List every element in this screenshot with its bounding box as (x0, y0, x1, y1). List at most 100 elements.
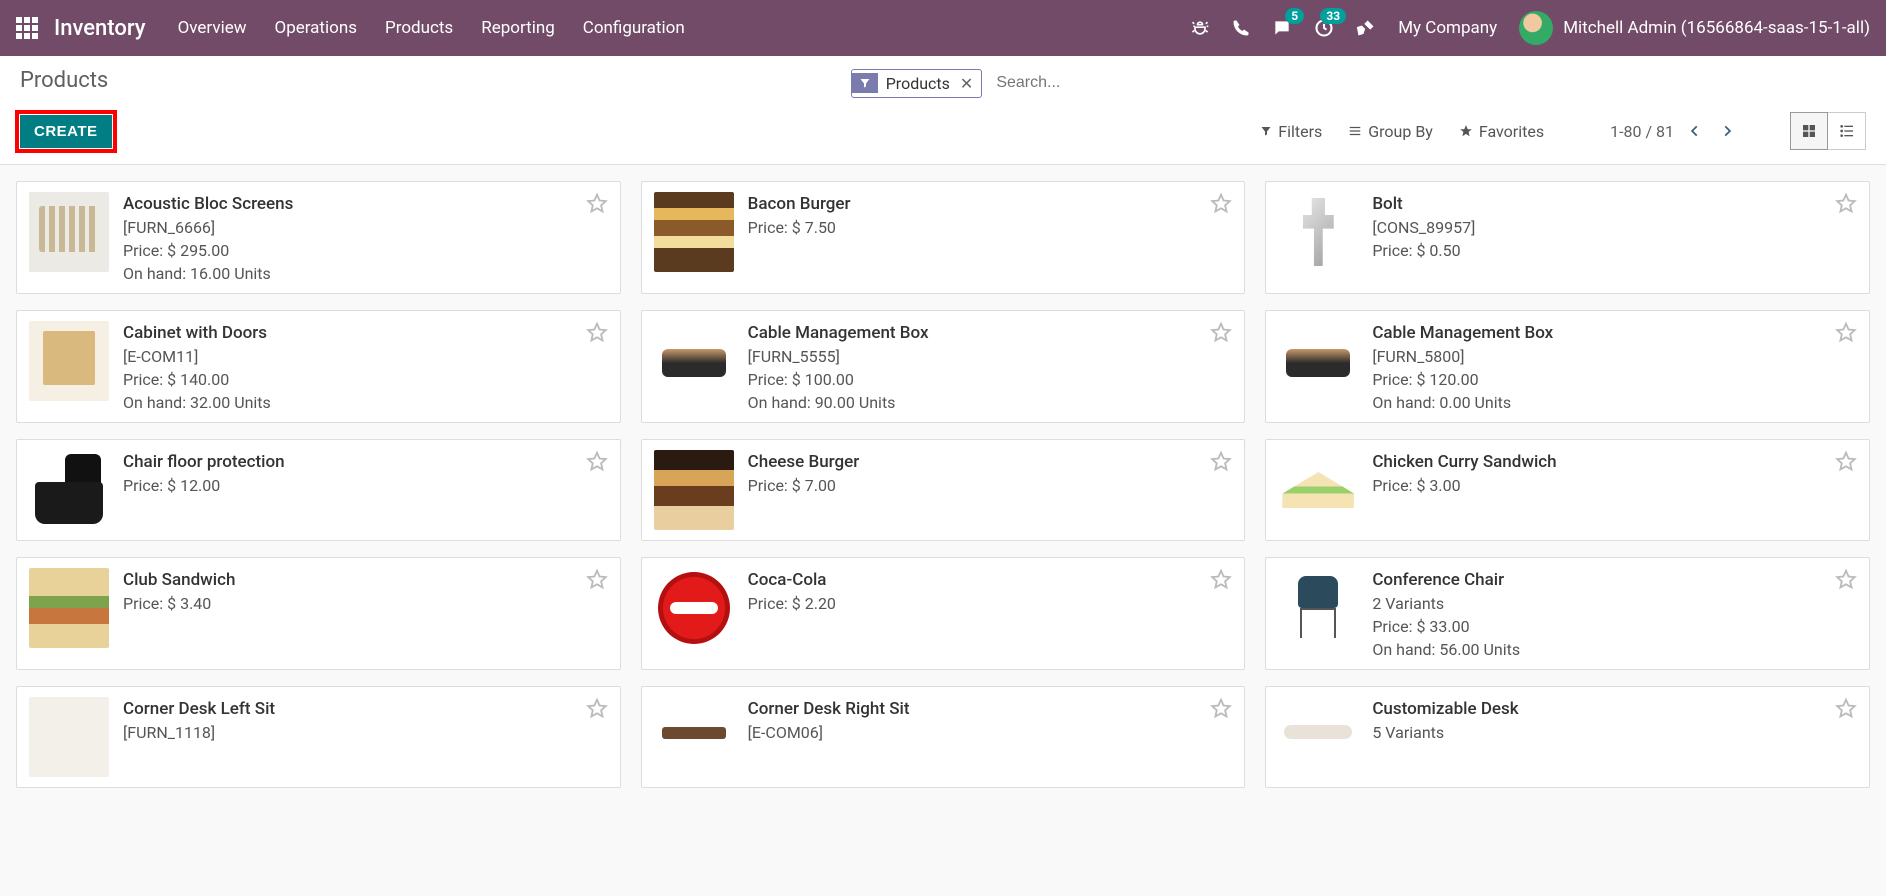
star-icon[interactable] (1210, 568, 1232, 590)
product-onhand: On hand: 16.00 Units (123, 264, 608, 283)
avatar (1519, 11, 1553, 45)
product-card[interactable]: Corner Desk Left Sit [FURN_1118] (16, 686, 621, 788)
product-thumbnail (29, 321, 109, 401)
product-ref: [FURN_5555] (748, 347, 1233, 366)
product-ref: [FURN_5800] (1372, 347, 1857, 366)
product-ref: [E-COM11] (123, 347, 608, 366)
star-icon[interactable] (1210, 321, 1232, 343)
nav-overview[interactable]: Overview (178, 18, 247, 38)
favorites-dropdown[interactable]: Favorites (1459, 122, 1544, 141)
messaging-icon[interactable]: 5 (1272, 18, 1292, 38)
product-price: Price: $ 7.50 (748, 218, 1233, 237)
search-input[interactable] (988, 68, 1866, 98)
debug-icon[interactable] (1190, 18, 1210, 38)
product-price: Price: $ 295.00 (123, 241, 608, 260)
filter-icon (852, 73, 878, 93)
product-name: Corner Desk Left Sit (123, 699, 608, 719)
pager-text[interactable]: 1-80 / 81 (1610, 122, 1674, 141)
nav-configuration[interactable]: Configuration (583, 18, 685, 38)
star-icon[interactable] (586, 192, 608, 214)
star-icon[interactable] (1210, 697, 1232, 719)
activities-icon[interactable]: 33 (1314, 18, 1334, 38)
product-onhand: On hand: 56.00 Units (1372, 640, 1857, 659)
view-kanban-button[interactable] (1790, 112, 1828, 150)
product-thumbnail (654, 568, 734, 648)
product-name: Chair floor protection (123, 452, 608, 472)
product-card[interactable]: Conference Chair2 VariantsPrice: $ 33.00… (1265, 557, 1870, 670)
product-card[interactable]: Corner Desk Right Sit[E-COM06] (641, 686, 1246, 788)
product-name: Bacon Burger (748, 194, 1233, 214)
topbar: Inventory Overview Operations Products R… (0, 0, 1886, 56)
product-price: Price: $ 12.00 (123, 476, 608, 495)
star-icon[interactable] (1835, 450, 1857, 472)
pager-next-icon[interactable] (1720, 122, 1734, 140)
star-icon[interactable] (586, 321, 608, 343)
product-card[interactable]: Chicken Curry SandwichPrice: $ 3.00 (1265, 439, 1870, 541)
product-ref: [E-COM06] (748, 723, 1233, 742)
star-icon[interactable] (1835, 697, 1857, 719)
product-thumbnail (654, 450, 734, 530)
kanban-view: Acoustic Bloc Screens[FURN_6666]Price: $… (0, 165, 1886, 804)
messaging-badge: 5 (1285, 8, 1304, 24)
nav-reporting[interactable]: Reporting (481, 18, 555, 38)
product-thumbnail (29, 568, 109, 648)
company-switcher[interactable]: My Company (1398, 18, 1497, 38)
product-card[interactable]: Bolt[CONS_89957]Price: $ 0.50 (1265, 181, 1870, 294)
star-icon[interactable] (1835, 321, 1857, 343)
view-list-button[interactable] (1828, 112, 1866, 150)
product-price: Price: $ 7.00 (748, 476, 1233, 495)
product-onhand: On hand: 90.00 Units (748, 393, 1233, 412)
tools-icon[interactable] (1356, 18, 1376, 38)
groupby-label: Group By (1368, 122, 1433, 141)
product-card[interactable]: Coca-Cola Price: $ 2.20 (641, 557, 1246, 670)
filter-pill-remove[interactable]: ✕ (958, 74, 981, 93)
create-button[interactable]: CREATE (20, 115, 112, 148)
product-price: Price: $ 120.00 (1372, 370, 1857, 389)
product-price: Price: $ 2.20 (748, 594, 1233, 613)
apps-icon[interactable] (16, 17, 38, 39)
app-brand[interactable]: Inventory (54, 16, 146, 41)
product-card[interactable]: Chair floor protection Price: $ 12.00 (16, 439, 621, 541)
product-card[interactable]: Cabinet with Doors[E-COM11]Price: $ 140.… (16, 310, 621, 423)
nav-operations[interactable]: Operations (275, 18, 358, 38)
nav-products[interactable]: Products (385, 18, 453, 38)
product-thumbnail (1278, 568, 1358, 648)
filter-pill-products[interactable]: Products ✕ (851, 69, 983, 98)
breadcrumb: Products (20, 68, 108, 93)
user-menu[interactable]: Mitchell Admin (16566864-saas-15-1-all) (1519, 11, 1870, 45)
product-card[interactable]: Customizable Desk5 Variants (1265, 686, 1870, 788)
phone-icon[interactable] (1232, 19, 1250, 37)
star-icon[interactable] (1835, 568, 1857, 590)
star-icon[interactable] (1835, 192, 1857, 214)
product-card[interactable]: Cable Management Box [FURN_5800] Price: $ … (1265, 310, 1870, 423)
groupby-dropdown[interactable]: Group By (1348, 122, 1433, 141)
control-panel: Products Products ✕ CREATE Filters (0, 56, 1886, 165)
pager-prev-icon[interactable] (1688, 122, 1702, 140)
star-icon[interactable] (586, 450, 608, 472)
favorites-label: Favorites (1479, 122, 1544, 141)
product-ref: [FURN_1118] (123, 723, 608, 742)
star-icon[interactable] (1210, 192, 1232, 214)
product-thumbnail (1278, 192, 1358, 272)
star-icon[interactable] (586, 697, 608, 719)
main-menu: Overview Operations Products Reporting C… (178, 18, 685, 38)
systray: 5 33 My Company Mitchell Admin (16566864… (1190, 11, 1870, 45)
product-name: Cable Management Box (748, 323, 1233, 343)
product-ref: 2 Variants (1372, 594, 1857, 613)
product-name: Coca-Cola (748, 570, 1233, 590)
product-name: Customizable Desk (1372, 699, 1857, 719)
star-icon[interactable] (586, 568, 608, 590)
filters-dropdown[interactable]: Filters (1260, 122, 1322, 141)
product-price: Price: $ 140.00 (123, 370, 608, 389)
product-card[interactable]: Cheese BurgerPrice: $ 7.00 (641, 439, 1246, 541)
product-price: Price: $ 3.00 (1372, 476, 1857, 495)
product-card[interactable]: Club SandwichPrice: $ 3.40 (16, 557, 621, 670)
product-card[interactable]: Cable Management Box[FURN_5555]Price: $ … (641, 310, 1246, 423)
product-name: Cable Management Box (1372, 323, 1857, 343)
product-card[interactable]: Bacon Burger Price: $ 7.50 (641, 181, 1246, 294)
product-onhand: On hand: 0.00 Units (1372, 393, 1857, 412)
user-name: Mitchell Admin (16566864-saas-15-1-all) (1563, 18, 1870, 38)
product-card[interactable]: Acoustic Bloc Screens[FURN_6666]Price: $… (16, 181, 621, 294)
star-icon[interactable] (1210, 450, 1232, 472)
product-ref: [FURN_6666] (123, 218, 608, 237)
